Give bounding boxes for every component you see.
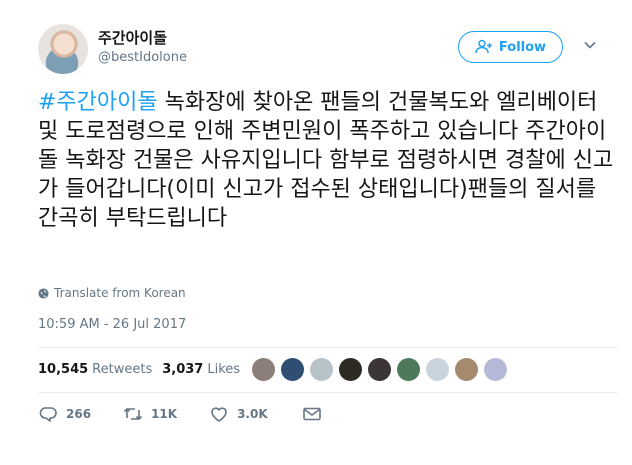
- liker-avatar[interactable]: [310, 358, 333, 381]
- liker-avatar[interactable]: [426, 358, 449, 381]
- retweets-label: Retweets: [92, 362, 153, 377]
- tweet-timestamp[interactable]: 10:59 AM - 26 Jul 2017: [38, 317, 186, 332]
- likes-label: Likes: [207, 362, 241, 377]
- retweet-icon: [123, 408, 143, 420]
- reply-count: 266: [66, 407, 92, 421]
- liker-avatar[interactable]: [368, 358, 391, 381]
- liker-avatar[interactable]: [397, 358, 420, 381]
- globe-icon: [38, 287, 49, 299]
- liker-avatar[interactable]: [252, 358, 275, 381]
- direct-message-button[interactable]: [302, 405, 322, 423]
- liker-avatar[interactable]: [455, 358, 478, 381]
- retweets-count: 10,545: [38, 362, 89, 377]
- reply-button[interactable]: 266: [38, 405, 91, 423]
- add-user-icon: [475, 39, 492, 54]
- liker-avatars: [252, 358, 507, 381]
- liker-avatar[interactable]: [339, 358, 362, 381]
- retweet-button[interactable]: 11K: [123, 405, 177, 423]
- translate-link[interactable]: Translate from Korean: [38, 286, 186, 300]
- retweet-count: 11K: [151, 407, 178, 421]
- hashtag-link[interactable]: #주간아이돌: [38, 90, 158, 115]
- like-count: 3.0K: [237, 407, 268, 421]
- envelope-icon: [302, 407, 321, 421]
- follow-button[interactable]: Follow: [458, 31, 563, 63]
- reply-icon: [39, 407, 57, 422]
- tweet-stats: 10,545 Retweets 3,037 Likes: [38, 362, 240, 377]
- liker-avatar[interactable]: [484, 358, 507, 381]
- follow-label: Follow: [498, 39, 547, 55]
- retweets-stat[interactable]: 10,545 Retweets: [38, 362, 152, 377]
- display-name[interactable]: 주간아이돌: [98, 27, 167, 48]
- chevron-down-icon[interactable]: [583, 40, 597, 50]
- likes-stat[interactable]: 3,037 Likes: [162, 362, 240, 377]
- user-handle[interactable]: @bestIdolone: [98, 50, 187, 65]
- tweet-actions: 266 11K 3.0K: [38, 405, 354, 423]
- avatar[interactable]: [38, 24, 88, 74]
- like-button[interactable]: 3.0K: [209, 405, 268, 423]
- likes-count: 3,037: [162, 362, 204, 377]
- liker-avatar[interactable]: [281, 358, 304, 381]
- translate-label: Translate from Korean: [54, 286, 186, 300]
- heart-icon: [211, 407, 227, 422]
- tweet-text: #주간아이돌 녹화장에 찾아온 팬들의 건물복도와 엘리베이터 및 도로점령으로…: [38, 88, 618, 233]
- divider: [38, 392, 618, 393]
- divider: [38, 347, 618, 348]
